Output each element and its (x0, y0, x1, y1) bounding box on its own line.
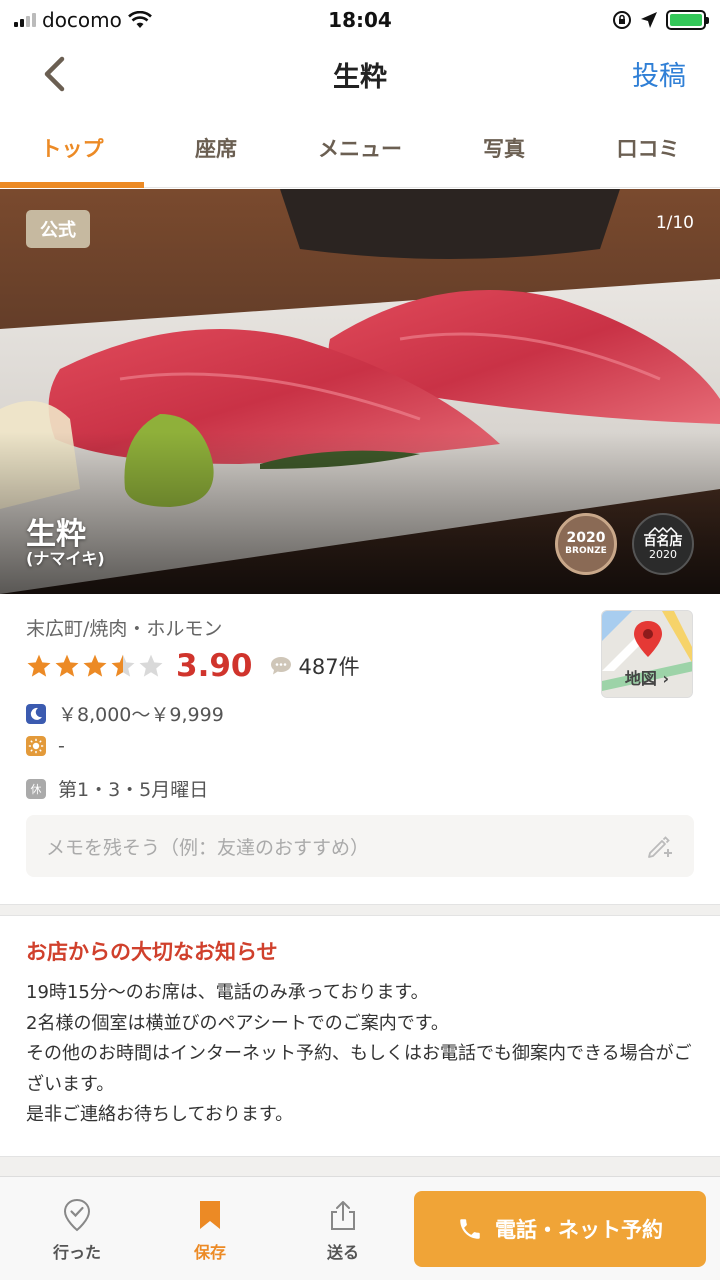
rating-score: 3.90 (176, 648, 253, 684)
shop-notice: お店からの大切なお知らせ 19時15分～のお席は、電話のみ承っております。 2名… (0, 916, 720, 1156)
review-count[interactable]: 487件 (299, 651, 360, 681)
pen-add-icon (648, 836, 672, 858)
went-button[interactable]: 行った (27, 1195, 127, 1263)
reserve-label: 電話・ネット予約 (495, 1218, 663, 1242)
visited-pin-icon (63, 1198, 91, 1232)
memo-input[interactable]: メモを残そう（例：友達のおすすめ） (26, 815, 694, 877)
went-label: 行った (52, 1243, 101, 1262)
carrier-name: docomo (42, 8, 122, 32)
rating-row: 3.90 487件 (26, 648, 360, 684)
tab-seats[interactable]: 座席 (144, 112, 288, 187)
dinner-price: ￥8,000～￥9,999 (58, 704, 224, 726)
hyakumeiten-label: 百名店 (643, 533, 683, 549)
bottom-action-bar: 行った 保存 送る 電話・ネット予約 (0, 1176, 720, 1280)
notice-line: 是非ご連絡お待ちしております。 (26, 1104, 294, 1125)
location-icon (641, 12, 657, 28)
tab-top[interactable]: トップ (0, 112, 144, 188)
bronze-award-label: BRONZE (565, 545, 607, 556)
reserve-button[interactable]: 電話・ネット予約 (414, 1191, 706, 1267)
star-icon (27, 654, 51, 677)
save-label: 保存 (193, 1243, 226, 1262)
lunch-budget: - (26, 735, 65, 757)
area-genre: 末広町/焼肉・ホルモン (26, 618, 223, 640)
notice-title: お店からの大切なお知らせ (26, 940, 278, 964)
carrier-info: docomo (14, 8, 152, 32)
section-divider (0, 1156, 720, 1176)
map-button[interactable]: 地図 › (601, 610, 693, 698)
star-rating (26, 653, 164, 679)
tab-photos[interactable]: 写真 (432, 112, 576, 187)
star-icon (83, 654, 107, 677)
share-icon (331, 1201, 355, 1230)
hyakumeiten-year: 2020 (649, 548, 677, 562)
wifi-icon (127, 11, 152, 28)
lunch-price: - (58, 735, 65, 757)
notice-line: その他のお時間はインターネット予約、もしくはお電話でも御案内できる場合がございま… (26, 1043, 692, 1095)
map-label: 地図 › (624, 669, 670, 688)
share-label: 送る (326, 1243, 359, 1262)
battery-icon (666, 10, 709, 30)
nav-bar: 生粋 投稿 (0, 40, 720, 108)
chevron-left-icon (44, 56, 65, 92)
restaurant-info: 末広町/焼肉・ホルモン 3.90 487件 ￥8,000～￥9,999 - 休 … (0, 594, 720, 904)
notice-line: 2名様の個室は横並びのペアシートでのご案内です。 (26, 1012, 449, 1034)
status-bar: docomo 18:04 (0, 0, 720, 40)
save-button[interactable]: 保存 (160, 1195, 260, 1263)
closed-days: 第1・3・5月曜日 (58, 779, 209, 801)
comment-icon (270, 657, 291, 675)
bronze-award-badge: 2020 BRONZE (555, 513, 617, 575)
dinner-budget: ￥8,000～￥9,999 (26, 700, 224, 727)
half-star-icon (111, 654, 135, 677)
official-badge: 公式 (26, 210, 90, 248)
section-divider (0, 904, 720, 916)
page-title: 生粋 (333, 61, 387, 93)
hyakumeiten-badge: 百名店 2020 (632, 513, 694, 575)
share-button[interactable]: 送る (293, 1195, 393, 1263)
moon-icon (26, 703, 46, 724)
photo-counter: 1/10 (655, 213, 694, 233)
notice-line: 19時15分～のお席は、電話のみ承っております。 (26, 982, 429, 1003)
bronze-award-year: 2020 (566, 530, 606, 547)
phone-icon (460, 1219, 480, 1239)
bookmark-icon (200, 1201, 220, 1229)
signal-icon (14, 13, 36, 27)
empty-star-icon (139, 654, 163, 677)
closed-days-row: 休 第1・3・5月曜日 (26, 775, 208, 802)
back-button[interactable] (34, 54, 74, 94)
closed-icon: 休 (26, 778, 46, 799)
memo-placeholder: メモを残そう（例：友達のおすすめ） (46, 836, 370, 859)
tab-menu[interactable]: メニュー (288, 112, 432, 187)
tab-reviews[interactable]: 口コミ (576, 112, 720, 187)
rotation-lock-icon (613, 11, 631, 29)
restaurant-kana: (ナマイキ) (26, 549, 105, 568)
tab-bar: トップ 座席 メニュー 写真 口コミ (0, 112, 720, 188)
hero-photo-carousel[interactable]: 公式 1/10 生粋 (ナマイキ) 2020 BRONZE 百名店 2020 (0, 189, 720, 594)
post-button[interactable]: 投稿 (632, 54, 686, 93)
star-icon (55, 654, 79, 677)
sun-icon (26, 736, 46, 756)
